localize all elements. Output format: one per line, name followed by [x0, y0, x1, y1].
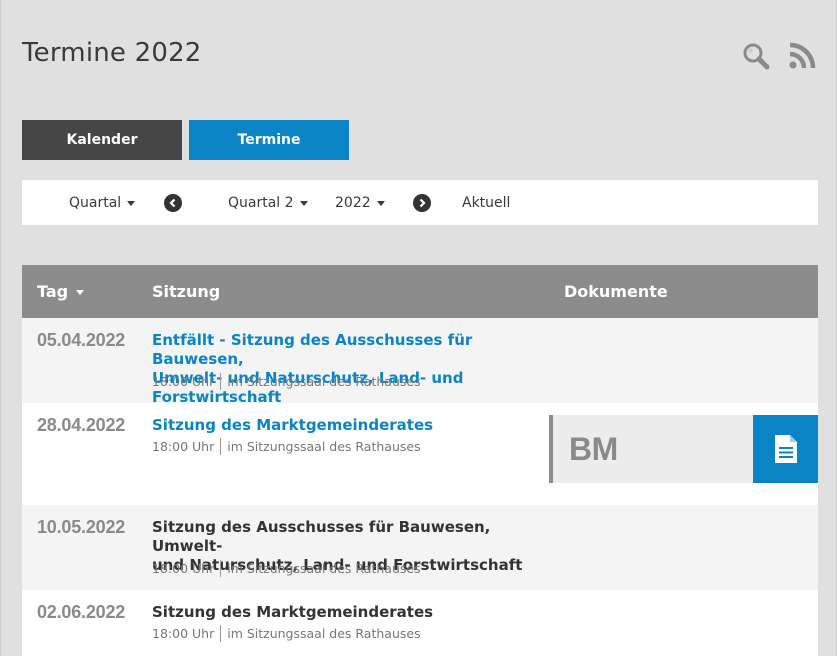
- row-date: 28.04.2022: [37, 415, 126, 435]
- table-row: 28.04.2022 Sitzung des Marktgemeinderate…: [22, 403, 818, 505]
- divider: [220, 438, 222, 455]
- year-dropdown[interactable]: 2022: [335, 180, 385, 225]
- table-row: 02.06.2022 Sitzung des Marktgemeinderate…: [22, 590, 818, 656]
- document-label: BM: [549, 415, 753, 483]
- period-type-label: Quartal: [69, 194, 122, 211]
- tab-kalender[interactable]: Kalender: [22, 120, 182, 160]
- previous-button[interactable]: [164, 180, 182, 225]
- session-link[interactable]: Entfällt - Sitzung des Ausschusses für B…: [152, 331, 542, 407]
- sort-down-icon: [76, 290, 85, 295]
- period-dropdown[interactable]: Quartal 2: [228, 180, 308, 225]
- session-place: im Sitzungssaal des Rathauses: [227, 561, 421, 576]
- view-tabs: Kalender Termine: [22, 120, 349, 160]
- year-label: 2022: [335, 194, 371, 211]
- table-row: 10.05.2022 Sitzung des Ausschusses für B…: [22, 505, 818, 590]
- chevron-down-icon: [299, 201, 308, 206]
- chevron-left-icon: [164, 193, 182, 212]
- divider: [220, 560, 222, 577]
- session-meta: 18:00 Uhr im Sitzungssaal des Rathauses: [152, 560, 421, 577]
- session-place: im Sitzungssaal des Rathauses: [227, 439, 421, 454]
- session-title-line: Entfällt - Sitzung des Ausschusses für B…: [152, 331, 473, 368]
- row-date: 02.06.2022: [37, 602, 126, 622]
- session-title: Sitzung des Marktgemeinderates: [152, 603, 542, 622]
- session-link[interactable]: Sitzung des Marktgemeinderates: [152, 416, 542, 435]
- chevron-right-icon: [413, 193, 431, 212]
- session-time: 18:00 Uhr: [152, 439, 215, 454]
- table-header: Tag Sitzung Dokumente: [22, 265, 818, 318]
- session-place: im Sitzungssaal des Rathauses: [227, 374, 421, 389]
- rss-icon[interactable]: [788, 42, 816, 70]
- column-header-day[interactable]: Tag: [37, 265, 85, 318]
- row-date: 10.05.2022: [37, 517, 126, 537]
- session-time: 18:00 Uhr: [152, 374, 215, 389]
- next-button[interactable]: [413, 180, 431, 225]
- divider: [220, 373, 222, 390]
- page-title: Termine 2022: [22, 38, 202, 68]
- period-type-dropdown[interactable]: Quartal: [69, 180, 136, 225]
- session-meta: 18:00 Uhr im Sitzungssaal des Rathauses: [152, 438, 421, 455]
- session-title-line: Sitzung des Ausschusses für Bauwesen, Um…: [152, 518, 491, 555]
- session-time: 18:00 Uhr: [152, 626, 215, 641]
- filter-bar: Quartal Quartal 2 2022 Aktuell: [22, 180, 818, 225]
- session-meta: 18:00 Uhr im Sitzungssaal des Rathauses: [152, 625, 421, 642]
- session-meta: 18:00 Uhr im Sitzungssaal des Rathauses: [152, 373, 421, 390]
- divider: [220, 625, 222, 642]
- chevron-down-icon: [376, 201, 385, 206]
- search-icon[interactable]: [742, 42, 770, 70]
- period-label: Quartal 2: [228, 194, 294, 211]
- session-title-line: Sitzung des Marktgemeinderates: [152, 603, 434, 621]
- document-icon: [774, 435, 797, 463]
- top-actions: [742, 42, 816, 70]
- current-link[interactable]: Aktuell: [462, 180, 510, 225]
- session-time: 18:00 Uhr: [152, 561, 215, 576]
- document-download-button[interactable]: [753, 415, 818, 483]
- column-header-documents: Dokumente: [564, 282, 668, 301]
- page-frame: Termine 2022 Kalender Termine Quartal Qu…: [0, 0, 837, 656]
- tab-termine[interactable]: Termine: [189, 120, 349, 160]
- events-table: Tag Sitzung Dokumente 05.04.2022 Entfäll…: [22, 265, 818, 656]
- row-date: 05.04.2022: [37, 330, 126, 350]
- chevron-down-icon: [127, 201, 136, 206]
- document-item: BM: [549, 415, 818, 483]
- table-row: 05.04.2022 Entfällt - Sitzung des Aussch…: [22, 318, 818, 406]
- column-header-session: Sitzung: [152, 282, 221, 301]
- session-place: im Sitzungssaal des Rathauses: [227, 626, 421, 641]
- column-header-day-label: Tag: [37, 282, 69, 301]
- session-title-line: Sitzung des Marktgemeinderates: [152, 416, 434, 434]
